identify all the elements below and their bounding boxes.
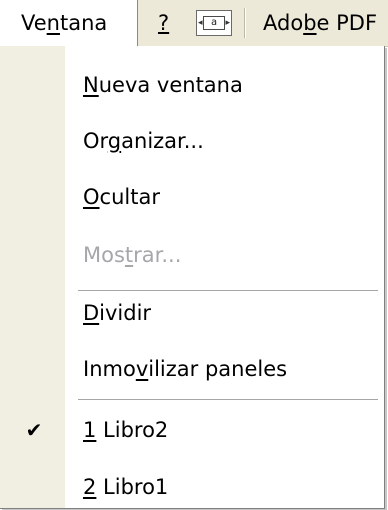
menu-help[interactable]: ? <box>154 0 173 46</box>
menu-adobe-pdf-mnemonic: b <box>303 11 317 35</box>
menu-item-label: Nueva ventana <box>83 73 243 97</box>
menu-item-dividir[interactable]: Dividir <box>0 284 384 342</box>
menu-item-inmovilizar-paneles[interactable]: Inmovilizar paneles <box>0 340 384 398</box>
menu-item-libro1[interactable]: 2 Libro1 <box>0 458 384 508</box>
text-box-icon: a <box>203 16 225 30</box>
text-box-icon-label: a <box>210 17 218 28</box>
toolbar-button-icon[interactable]: ◂ a ▸ <box>196 10 232 36</box>
menu-ventana-label-pre: Ve <box>21 11 47 35</box>
menubar-separator <box>244 8 246 38</box>
menu-item-label: Inmovilizar paneles <box>83 357 288 381</box>
menu-separator <box>78 399 378 400</box>
excel-window-menu-screen: Ventana ? ◂ a ▸ Adobe PDF Nueva ventana … <box>0 0 388 510</box>
ventana-dropdown-menu: Nueva ventana Organizar... Ocultar Mostr… <box>0 46 385 509</box>
menu-help-label: ? <box>158 11 170 35</box>
menu-item-label: 2 Libro1 <box>83 475 169 499</box>
menu-ventana[interactable]: Ventana <box>0 0 138 46</box>
menu-item-label: Dividir <box>83 301 152 325</box>
menu-item-organizar[interactable]: Organizar... <box>0 112 384 170</box>
menu-item-ocultar[interactable]: Ocultar <box>0 168 384 226</box>
menu-bar: Ventana ? ◂ a ▸ Adobe PDF <box>0 0 388 47</box>
menu-adobe-pdf-pre: Ado <box>263 11 304 35</box>
menu-item-label: 1 Libro2 <box>83 418 169 442</box>
menu-item-mostrar: Mostrar... <box>0 226 384 284</box>
menu-item-label: Organizar... <box>83 129 204 153</box>
arrow-left-icon: ◂ <box>198 18 203 28</box>
menu-item-nueva-ventana[interactable]: Nueva ventana <box>0 56 384 114</box>
menu-adobe-pdf-post: e PDF <box>316 11 378 35</box>
menu-item-libro2[interactable]: ✔ 1 Libro2 <box>0 401 384 459</box>
arrow-right-icon: ▸ <box>225 18 230 28</box>
checkmark-icon: ✔ <box>25 418 43 442</box>
menu-ventana-label-post: tana <box>59 11 108 35</box>
menu-adobe-pdf[interactable]: Adobe PDF <box>263 0 377 46</box>
menu-item-label: Ocultar <box>83 185 160 209</box>
menu-ventana-mnemonic: n <box>46 11 60 35</box>
menu-item-label: Mostrar... <box>83 243 182 267</box>
